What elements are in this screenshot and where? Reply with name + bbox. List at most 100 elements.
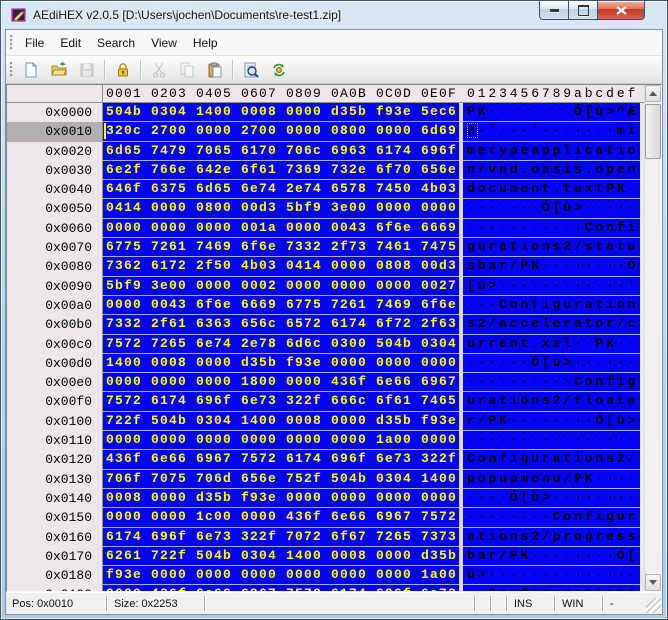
close-button[interactable] <box>598 1 645 20</box>
hex-row: 0x0010 320c 2700 0000 2700 0000 0800 000… <box>7 122 644 142</box>
ascii-cell[interactable]: ··········Config <box>463 373 640 393</box>
hex-bytes-cell[interactable]: 0000 0000 0000 001a 0000 0043 6f6e 6669 <box>102 218 459 239</box>
ascii-cell[interactable]: ················ <box>463 431 640 451</box>
hex-row: 0x0020 6d65 7479 7065 6170 706c 6963 617… <box>7 141 644 161</box>
ascii-cursor: 2 <box>467 123 478 139</box>
hex-bytes-cell[interactable]: 504b 0304 1400 0008 0000 d35b f93e 5ec6 <box>102 103 459 123</box>
ascii-cell[interactable]: urrent.xml··PK·· <box>463 334 640 354</box>
address-label: 0x00b0 <box>45 317 92 333</box>
ascii-cell[interactable]: ···········Confi <box>463 218 640 239</box>
lock-button[interactable] <box>110 58 136 82</box>
hex-bytes-cell[interactable]: 646f 6375 6d65 6e74 2e74 6578 7450 4b03 <box>102 180 459 200</box>
hex-row: 0x0000 504b 0304 1400 0008 0000 d35b f93… <box>7 103 644 123</box>
new-file-icon <box>25 61 38 77</box>
address-label: 0x0100 <box>45 413 92 429</box>
ascii-cell[interactable]: ········Configur <box>463 508 640 528</box>
hex-bytes-cell[interactable]: 706f 7075 706d 656e 752f 504b 0304 1400 <box>102 469 459 489</box>
menubar-gripper[interactable] <box>10 34 13 51</box>
hex-bytes-cell[interactable]: 722f 504b 0304 1400 0008 0000 d35b f93e <box>102 411 459 432</box>
ascii-cell[interactable]: ···Configuration <box>463 295 640 316</box>
titlebar[interactable]: AEdiHEX v2.0.5 [D:\Users\jochen\Document… <box>1 1 667 29</box>
ascii-cell[interactable]: 2·'···'·······mi <box>463 122 640 142</box>
copy-button[interactable] <box>174 58 200 82</box>
cut-icon <box>152 62 166 78</box>
ascii-cell[interactable]: gurations2/statu <box>463 238 640 258</box>
ascii-cell[interactable]: popupmenu/PK···· <box>463 469 640 489</box>
ascii-cell[interactable]: ·······Ó[ù>····· <box>463 199 640 219</box>
ascii-cell[interactable]: PK········Ó[ù>^Æ <box>463 103 640 123</box>
paste-button[interactable] <box>202 58 228 82</box>
ascii-cell[interactable]: ····Ó[ù>········ <box>463 488 640 509</box>
hex-bytes-cell[interactable]: 7332 2f61 6363 656c 6572 6174 6f72 2f63 <box>102 315 459 335</box>
ascii-cell[interactable]: urations2/floate <box>463 392 640 412</box>
hex-bytes-cell[interactable]: 7572 6174 696f 6e73 322f 666c 6f61 7465 <box>102 392 459 412</box>
replace-button[interactable] <box>266 58 292 82</box>
ascii-cell[interactable]: r/PK········Ó[ù> <box>463 411 640 432</box>
hex-bytes-cell[interactable]: 0000 0000 1c00 0000 436f 6e66 6967 7572 <box>102 508 459 528</box>
hex-bytes-cell[interactable]: 0008 0000 d35b f93e 0000 0000 0000 0000 <box>102 488 459 509</box>
menu-edit[interactable]: Edit <box>52 33 89 53</box>
menu-search[interactable]: Search <box>89 33 143 53</box>
hex-row: 0x0040 646f 6375 6d65 6e74 2e74 6578 745… <box>7 180 644 200</box>
minimize-button[interactable] <box>539 1 569 20</box>
hex-bytes-cell[interactable]: 0000 0000 0000 0000 0000 0000 1a00 0000 <box>102 431 459 451</box>
ascii-cell[interactable]: ··Configurations <box>463 585 640 591</box>
hex-bytes-cell[interactable]: f93e 0000 0000 0000 0000 0000 0000 1a00 <box>102 566 459 586</box>
menu-view[interactable]: View <box>143 33 185 53</box>
vertical-scrollbar[interactable] <box>644 85 661 591</box>
toolbar <box>6 56 662 84</box>
scroll-down-button[interactable] <box>645 574 661 591</box>
ascii-cell[interactable]: s2/accelerator/c <box>463 315 640 335</box>
status-insert-mode: INS <box>514 597 533 610</box>
save-file-button[interactable] <box>74 58 100 82</box>
minimize-icon <box>549 8 559 12</box>
ascii-cell[interactable]: [ù>············' <box>463 276 640 296</box>
ascii-cell[interactable]: ations2/progress <box>463 527 640 547</box>
menu-help[interactable]: Help <box>185 33 226 53</box>
hex-bytes-cell[interactable]: 6e2f 766e 642e 6f61 7369 732e 6f70 656e <box>102 160 459 181</box>
hex-bytes-cell[interactable]: 0000 436f 6e66 6967 7572 6174 696f 6e73 <box>102 585 459 591</box>
hex-bytes-cell[interactable]: 1400 0008 0000 d35b f93e 0000 0000 0000 <box>102 353 459 374</box>
open-file-button[interactable] <box>46 58 72 82</box>
hex-row: 0x0140 0008 0000 d35b f93e 0000 0000 000… <box>7 488 644 509</box>
hex-bytes-cell[interactable]: 7362 6172 2f50 4b03 0414 0000 0808 00d3 <box>102 257 459 277</box>
address-label: 0x0170 <box>45 548 92 564</box>
hex-bytes-cell[interactable]: 436f 6e66 6967 7572 6174 696f 6e73 322f <box>102 450 459 470</box>
ascii-cell[interactable]: sbar/PK········Ó <box>463 257 640 277</box>
hex-bytes-cell[interactable]: 6261 722f 504b 0304 1400 0008 0000 d35b <box>102 546 459 567</box>
hex-bytes-cell[interactable]: 0000 0000 0000 1800 0000 436f 6e66 6967 <box>102 373 459 393</box>
hex-bytes-cell[interactable]: 320c 2700 0000 2700 0000 0800 0000 6d69 <box>102 122 459 142</box>
scroll-up-button[interactable] <box>645 85 661 102</box>
address-label: 0x0000 <box>45 105 92 120</box>
search-button[interactable] <box>238 58 264 82</box>
maximize-button[interactable] <box>569 1 598 20</box>
ascii-cell[interactable]: document.textPK· <box>463 180 640 200</box>
new-file-button[interactable] <box>18 58 44 82</box>
resize-grip[interactable] <box>646 598 661 613</box>
cut-button[interactable] <box>146 58 172 82</box>
address-label: 0x0190 <box>7 585 102 591</box>
address-label: 0x0140 <box>45 490 92 506</box>
hex-row: 0x0190 0000 436f 6e66 6967 7572 6174 696… <box>7 585 644 591</box>
header-gutter <box>7 85 102 102</box>
ascii-cell[interactable]: metypeapplicatio <box>463 141 640 161</box>
hex-row: 0x0050 0414 0000 0800 00d3 5bf9 3e00 000… <box>7 199 644 219</box>
ascii-cell[interactable]: n/vnd.oasis.open <box>463 160 640 181</box>
ascii-column-header: 0123456789abcdef <box>467 86 639 101</box>
address-label: 0x0090 <box>45 278 92 294</box>
hex-bytes-cell[interactable]: 0000 0043 6f6e 6669 6775 7261 7469 6f6e <box>102 295 459 316</box>
hex-bytes-cell[interactable]: 6174 696f 6e73 322f 7072 6f67 7265 7373 <box>102 527 459 547</box>
ascii-cell[interactable]: ······Ó[ù>······ <box>463 353 640 374</box>
hex-bytes-cell[interactable]: 0414 0000 0800 00d3 5bf9 3e00 0000 0000 <box>102 199 459 219</box>
ascii-cell[interactable]: ù>·············· <box>463 566 640 586</box>
menu-file[interactable]: File <box>17 33 52 53</box>
hex-bytes-cell[interactable]: 5bf9 3e00 0000 0002 0000 0000 0000 0027 <box>102 276 459 296</box>
hex-bytes-cell[interactable]: 7572 7265 6e74 2e78 6d6c 0300 504b 0304 <box>102 334 459 354</box>
ascii-cell[interactable]: bar/PK········Ó[ <box>463 546 640 567</box>
hex-bytes-cell[interactable]: 6775 7261 7469 6f6e 7332 2f73 7461 7475 <box>102 238 459 258</box>
ascii-cell[interactable]: Configurations2/ <box>463 450 640 470</box>
scrollbar-thumb[interactable] <box>645 104 661 159</box>
toolbar-gripper[interactable] <box>10 61 13 78</box>
address-label: 0x00a0 <box>45 297 92 313</box>
hex-bytes-cell[interactable]: 6d65 7479 7065 6170 706c 6963 6174 696f <box>102 141 459 161</box>
